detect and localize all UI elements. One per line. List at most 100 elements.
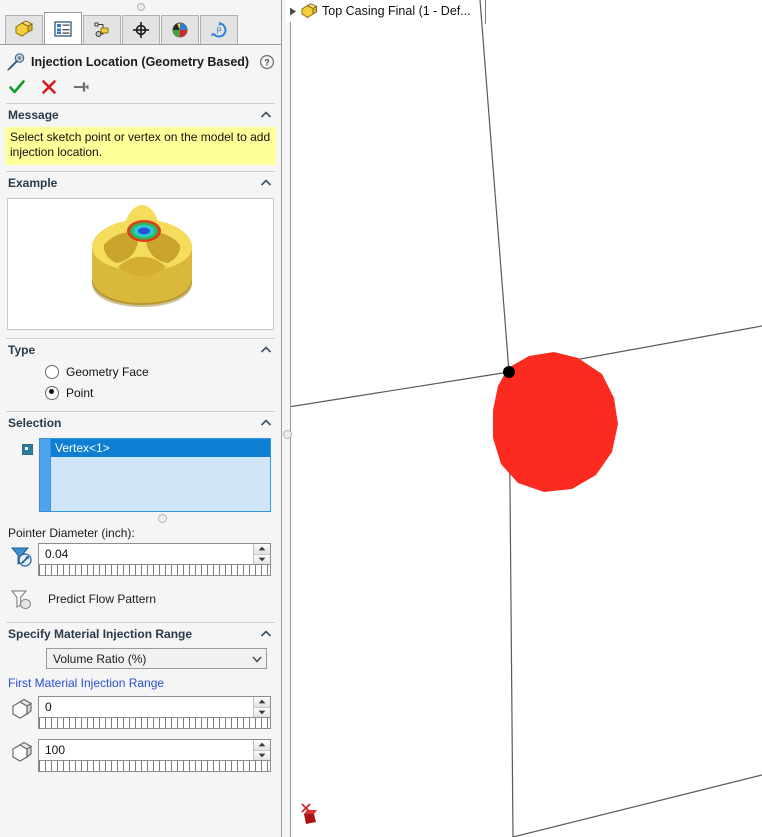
material-range-dropdown[interactable]: Volume Ratio (%) [46,648,267,669]
first-range-input[interactable]: 0 [38,696,271,718]
section-header-type[interactable]: Type [0,339,281,361]
pointer-diameter-field: 0.04 [38,543,271,576]
message-text: Select sketch point or vertex on the mod… [5,127,276,165]
predict-flow-pattern-row[interactable]: Predict Flow Pattern [0,576,281,614]
stepper-up-icon[interactable] [254,544,270,555]
second-range-row: 100 [0,739,281,772]
section-header-material-range[interactable]: Specify Material Injection Range [0,623,281,645]
first-material-injection-range-label[interactable]: First Material Injection Range [0,669,281,694]
radio-point[interactable]: Point [0,382,281,403]
stepper-up-icon[interactable] [254,740,270,751]
radio-button-geometry-face[interactable] [45,364,59,379]
radio-button-point[interactable] [45,385,59,400]
property-manager-title-bar: Injection Location (Geometry Based) ? [0,49,281,75]
pushpin-icon[interactable] [72,78,90,96]
tab-configuration-manager[interactable] [83,15,121,44]
predict-flow-pattern-label: Predict Flow Pattern [48,592,157,606]
chevron-up-icon[interactable] [259,416,273,430]
section-title-type: Type [8,343,36,357]
second-range-input[interactable]: 100 [38,739,271,761]
first-range-stepper[interactable] [253,697,270,717]
first-range-value[interactable]: 0 [39,697,253,717]
example-image [7,198,274,330]
crosshair-target-icon [131,21,151,39]
model-geometry [282,0,762,837]
pointer-diameter-stepper[interactable] [253,544,270,564]
part-solid-icon [8,696,34,722]
panel-splitter[interactable] [282,0,292,837]
ok-button[interactable] [8,78,26,96]
property-manager-panel: P Injection Location (Geometry Based) ? [0,0,282,837]
configuration-icon [92,21,112,39]
svg-text:P: P [216,27,221,36]
radio-label-point: Point [66,385,94,400]
second-range-slider[interactable] [38,761,271,772]
graphics-viewport[interactable]: Top Casing Final (1 - Def... [282,0,762,837]
second-range-value[interactable]: 100 [39,740,253,760]
section-header-selection[interactable]: Selection [0,412,281,434]
stepper-down-icon[interactable] [254,554,270,564]
chevron-up-icon[interactable] [259,176,273,190]
pointer-diameter-row: 0.04 [0,543,281,576]
selected-vertex-point [503,366,515,378]
property-manager-command-row [0,75,281,99]
feature-tree-flyout-item[interactable]: Top Casing Final (1 - Def... [286,0,475,22]
pointer-diameter-label: Pointer Diameter (inch): [8,526,135,540]
stepper-down-icon[interactable] [254,750,270,760]
property-list-icon [53,20,73,38]
chevron-down-icon[interactable] [248,653,266,665]
second-range-stepper[interactable] [253,740,270,760]
chevron-up-icon[interactable] [259,627,273,641]
section-header-example[interactable]: Example [0,172,281,194]
pointer-diameter-input[interactable]: 0.04 [38,543,271,565]
pointer-diameter-slider[interactable] [38,565,271,576]
first-range-slider[interactable] [38,718,271,729]
panel-top-strip [0,0,281,12]
tab-display-manager[interactable] [161,15,199,44]
material-range-dropdown-value: Volume Ratio (%) [53,651,147,666]
tab-plastics-manager[interactable]: P [200,15,238,44]
selection-resize-handle[interactable] [158,514,167,523]
selection-accent-bar [39,438,50,512]
cancel-button[interactable] [40,78,58,96]
vertex-selection-icon [22,444,33,455]
page-title: Injection Location (Geometry Based) [31,55,250,69]
pointer-diameter-funnel-icon [8,543,34,569]
part-yellow-icon [13,20,35,40]
stepper-up-icon[interactable] [254,697,270,708]
pointer-diameter-value[interactable]: 0.04 [39,544,253,564]
origin-triad-icon [301,803,317,824]
second-range-field: 100 [38,739,271,772]
tab-feature-manager-tree[interactable] [5,15,43,44]
section-title-message: Message [8,108,59,122]
feature-tree-item-label: Top Casing Final (1 - Def... [322,4,471,18]
color-sphere-icon [170,21,190,39]
help-question-icon[interactable]: ? [259,54,275,70]
splitter-handle[interactable] [283,430,292,439]
triangle-right-icon[interactable] [286,6,298,17]
chevron-up-icon[interactable] [259,108,273,122]
svg-text:?: ? [264,58,270,68]
list-item[interactable]: Vertex<1> [51,439,270,457]
first-range-field: 0 [38,696,271,729]
tab-property-manager[interactable] [44,12,82,44]
manager-tab-row: P [0,12,281,45]
panel-resize-handle[interactable] [137,3,145,11]
part-yellow-icon [300,2,318,20]
chevron-up-icon[interactable] [259,343,273,357]
feature-tree-divider [485,0,486,24]
radio-geometry-face[interactable]: Geometry Face [0,361,281,382]
selection-resize-row [0,512,281,524]
selection-list[interactable]: Vertex<1> [50,438,271,512]
selection-area: Vertex<1> [0,434,281,512]
section-title-example: Example [8,176,58,190]
injection-nozzle-icon [6,52,26,72]
tab-dimxpert-manager[interactable] [122,15,160,44]
first-range-row: 0 [0,696,281,729]
section-title-material-range: Specify Material Injection Range [8,627,193,641]
flow-pattern-funnel-icon [8,586,34,612]
section-header-message[interactable]: Message [0,104,281,126]
plastics-recycle-p-icon: P [209,21,229,39]
stepper-down-icon[interactable] [254,707,270,717]
solidworks-window: P Injection Location (Geometry Based) ? [0,0,762,837]
